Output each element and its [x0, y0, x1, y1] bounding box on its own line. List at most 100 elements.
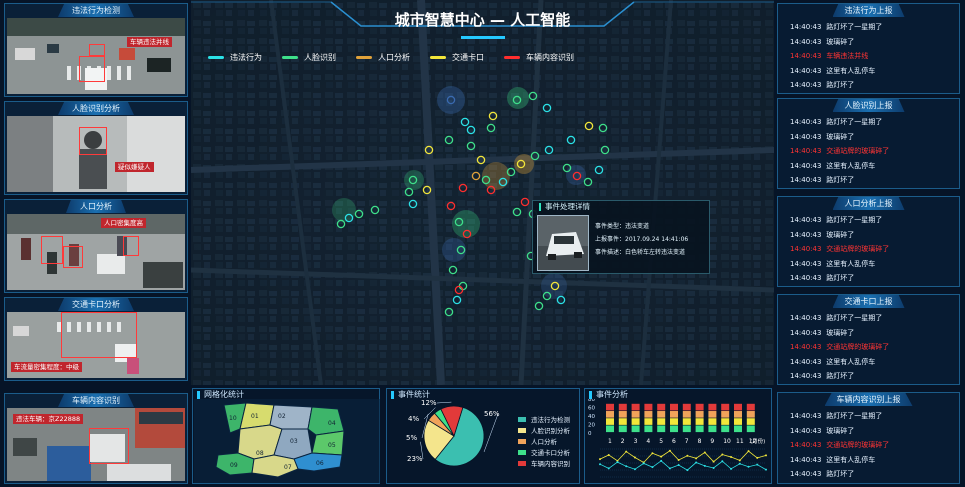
map-marker: [476, 155, 486, 165]
legend-item[interactable]: 人口分析: [356, 52, 410, 63]
line-point: [642, 462, 645, 465]
camera-panel-population[interactable]: 人口分析 人口密集度高: [4, 199, 188, 293]
camera-alert-tag: 疑似嫌疑人: [115, 162, 154, 172]
map-marker: [566, 135, 576, 145]
report-text: 路灯坏了一星期了: [826, 118, 883, 126]
line-point: [747, 450, 750, 453]
bar-segment: [657, 418, 666, 425]
map-marker: [336, 219, 346, 229]
event-bar-chart[interactable]: 0204060801 2 3 4 5 6 7 8 9 10 11 12(月份): [586, 399, 770, 483]
x-tick-label: 6: [672, 438, 676, 445]
report-text: 交通站牌的玻璃碎了: [826, 147, 890, 155]
pie-legend-item: 违法行为检测: [518, 414, 570, 424]
bar-segment: [708, 425, 717, 433]
bar-segment: [721, 411, 730, 418]
legend-item[interactable]: 人脸识别: [282, 52, 336, 63]
bar-segment: [670, 425, 678, 433]
line-point: [599, 458, 601, 461]
report-time: 14:40:43: [790, 274, 822, 282]
bar-segment: [631, 411, 640, 418]
map-marker: [452, 295, 462, 305]
report-row[interactable]: 14:40:43 路灯坏了一星期了: [778, 409, 959, 424]
camera-panel-face[interactable]: 人脸识别分析 疑似嫌疑人: [4, 101, 188, 195]
camera-panel-traffic[interactable]: 交通卡口分析 车流量密集程度：中级: [4, 297, 188, 381]
map-marker: [444, 307, 454, 317]
bar-segment: [644, 411, 653, 418]
y-tick-label: 20: [588, 423, 595, 429]
report-row[interactable]: 14:40:43 路灯坏了: [778, 78, 959, 93]
report-row[interactable]: 14:40:43 路灯坏了: [778, 369, 959, 384]
region-label: 02: [278, 413, 286, 420]
report-row[interactable]: 14:40:43 交通站牌的玻璃碎了: [778, 144, 959, 159]
report-row[interactable]: 14:40:43 路灯坏了: [778, 173, 959, 188]
line-point: [668, 467, 671, 470]
report-row[interactable]: 14:40:43 玻璃碎了: [778, 424, 959, 439]
report-row[interactable]: 14:40:43 路灯坏了: [778, 467, 959, 482]
bar-segment: [746, 403, 755, 411]
report-row[interactable]: 14:40:43 交通站牌的玻璃碎了: [778, 340, 959, 355]
map-marker: [404, 187, 414, 197]
map-marker: [506, 167, 516, 177]
pie-leader: [436, 401, 452, 404]
report-row[interactable]: 14:40:43 这里有人乱停车: [778, 159, 959, 174]
bar-segment: [606, 425, 614, 433]
legend-item[interactable]: 违法行为: [208, 52, 262, 63]
report-row[interactable]: 14:40:43 玻璃碎了: [778, 130, 959, 145]
event-pie-chart[interactable]: 56% 23% 5% 4%12%: [392, 388, 502, 484]
bar-segment: [734, 418, 742, 425]
report-text: 这里有人乱停车: [826, 66, 876, 75]
person-box: [63, 246, 83, 268]
camera-panel-violation[interactable]: 违法行为检测 车辆违法并线: [4, 3, 188, 97]
pie-legend-item: 人口分析: [518, 436, 557, 446]
y-tick-label: 40: [588, 414, 595, 420]
report-row[interactable]: 14:40:43 路灯坏了一星期了: [778, 20, 959, 35]
popup-type: 事件类型：违法变道: [595, 223, 650, 230]
report-time: 14:40:43: [790, 426, 822, 435]
map-marker: [542, 103, 552, 113]
report-time: 14:40:43: [790, 147, 822, 155]
map-legend: 违法行为 人脸识别 人口分析 交通卡口 车辆内容识别: [208, 52, 574, 63]
camera-panel-vehicle[interactable]: 车辆内容识别 违法车辆：京Z22888: [4, 393, 188, 484]
report-row[interactable]: 14:40:43 路灯坏了一星期了: [778, 115, 959, 130]
grid-region-map[interactable]: 10 01 02 03 04 05 06 07 08 09: [194, 399, 380, 483]
map-marker: [408, 199, 418, 209]
legend-swatch: [356, 56, 372, 59]
x-tick-label: 2: [621, 438, 625, 445]
bar-segment: [708, 411, 717, 418]
report-row[interactable]: 14:40:43 交通站牌的玻璃碎了: [778, 242, 959, 257]
bar-segment: [631, 425, 640, 433]
line-series: [599, 460, 767, 471]
map-marker: [512, 95, 522, 105]
report-time: 14:40:43: [790, 52, 822, 60]
page-title: 城市智慧中心 — 人工智能: [394, 11, 571, 29]
report-row[interactable]: 14:40:43 路灯坏了: [778, 271, 959, 286]
report-row[interactable]: 14:40:43 这里有人乱停车: [778, 64, 959, 79]
map-marker: [556, 295, 566, 305]
camera-title: 违法行为检测: [58, 4, 134, 17]
bar-segment: [657, 425, 666, 433]
report-time: 14:40:43: [790, 176, 822, 184]
bar-segment: [721, 425, 730, 433]
legend-item[interactable]: 车辆内容识别: [504, 52, 574, 63]
report-row[interactable]: 14:40:43 玻璃碎了: [778, 35, 959, 50]
pie-legend-item: 人脸识别分析: [518, 425, 570, 435]
bar-segment: [695, 425, 704, 433]
event-detail-popup[interactable]: 事件处理详情 事件类型：违法变道 上报事件：2017.09.24 14:41:0…: [532, 200, 710, 274]
report-row[interactable]: 14:40:43 路灯坏了一星期了: [778, 311, 959, 326]
report-time: 14:40:43: [790, 161, 822, 170]
report-row[interactable]: 14:40:43 玻璃碎了: [778, 228, 959, 243]
report-row[interactable]: 14:40:43 这里有人乱停车: [778, 257, 959, 272]
report-row[interactable]: 14:40:43 这里有人乱停车: [778, 355, 959, 370]
report-text: 路灯坏了一星期了: [826, 412, 883, 420]
map-marker: [512, 207, 522, 217]
report-row[interactable]: 14:40:43 交通站牌的玻璃碎了: [778, 438, 959, 453]
report-row[interactable]: 14:40:43 车辆违法并线: [778, 49, 959, 64]
legend-item[interactable]: 交通卡口: [430, 52, 484, 63]
bar-segment: [734, 411, 742, 418]
line-point: [765, 468, 767, 471]
report-row[interactable]: 14:40:43 路灯坏了一星期了: [778, 213, 959, 228]
report-row[interactable]: 14:40:43 玻璃碎了: [778, 326, 959, 341]
pie-legend-label: 交通卡口分析: [531, 449, 570, 457]
report-row[interactable]: 14:40:43 这里有人乱停车: [778, 453, 959, 468]
line-point: [686, 454, 689, 457]
